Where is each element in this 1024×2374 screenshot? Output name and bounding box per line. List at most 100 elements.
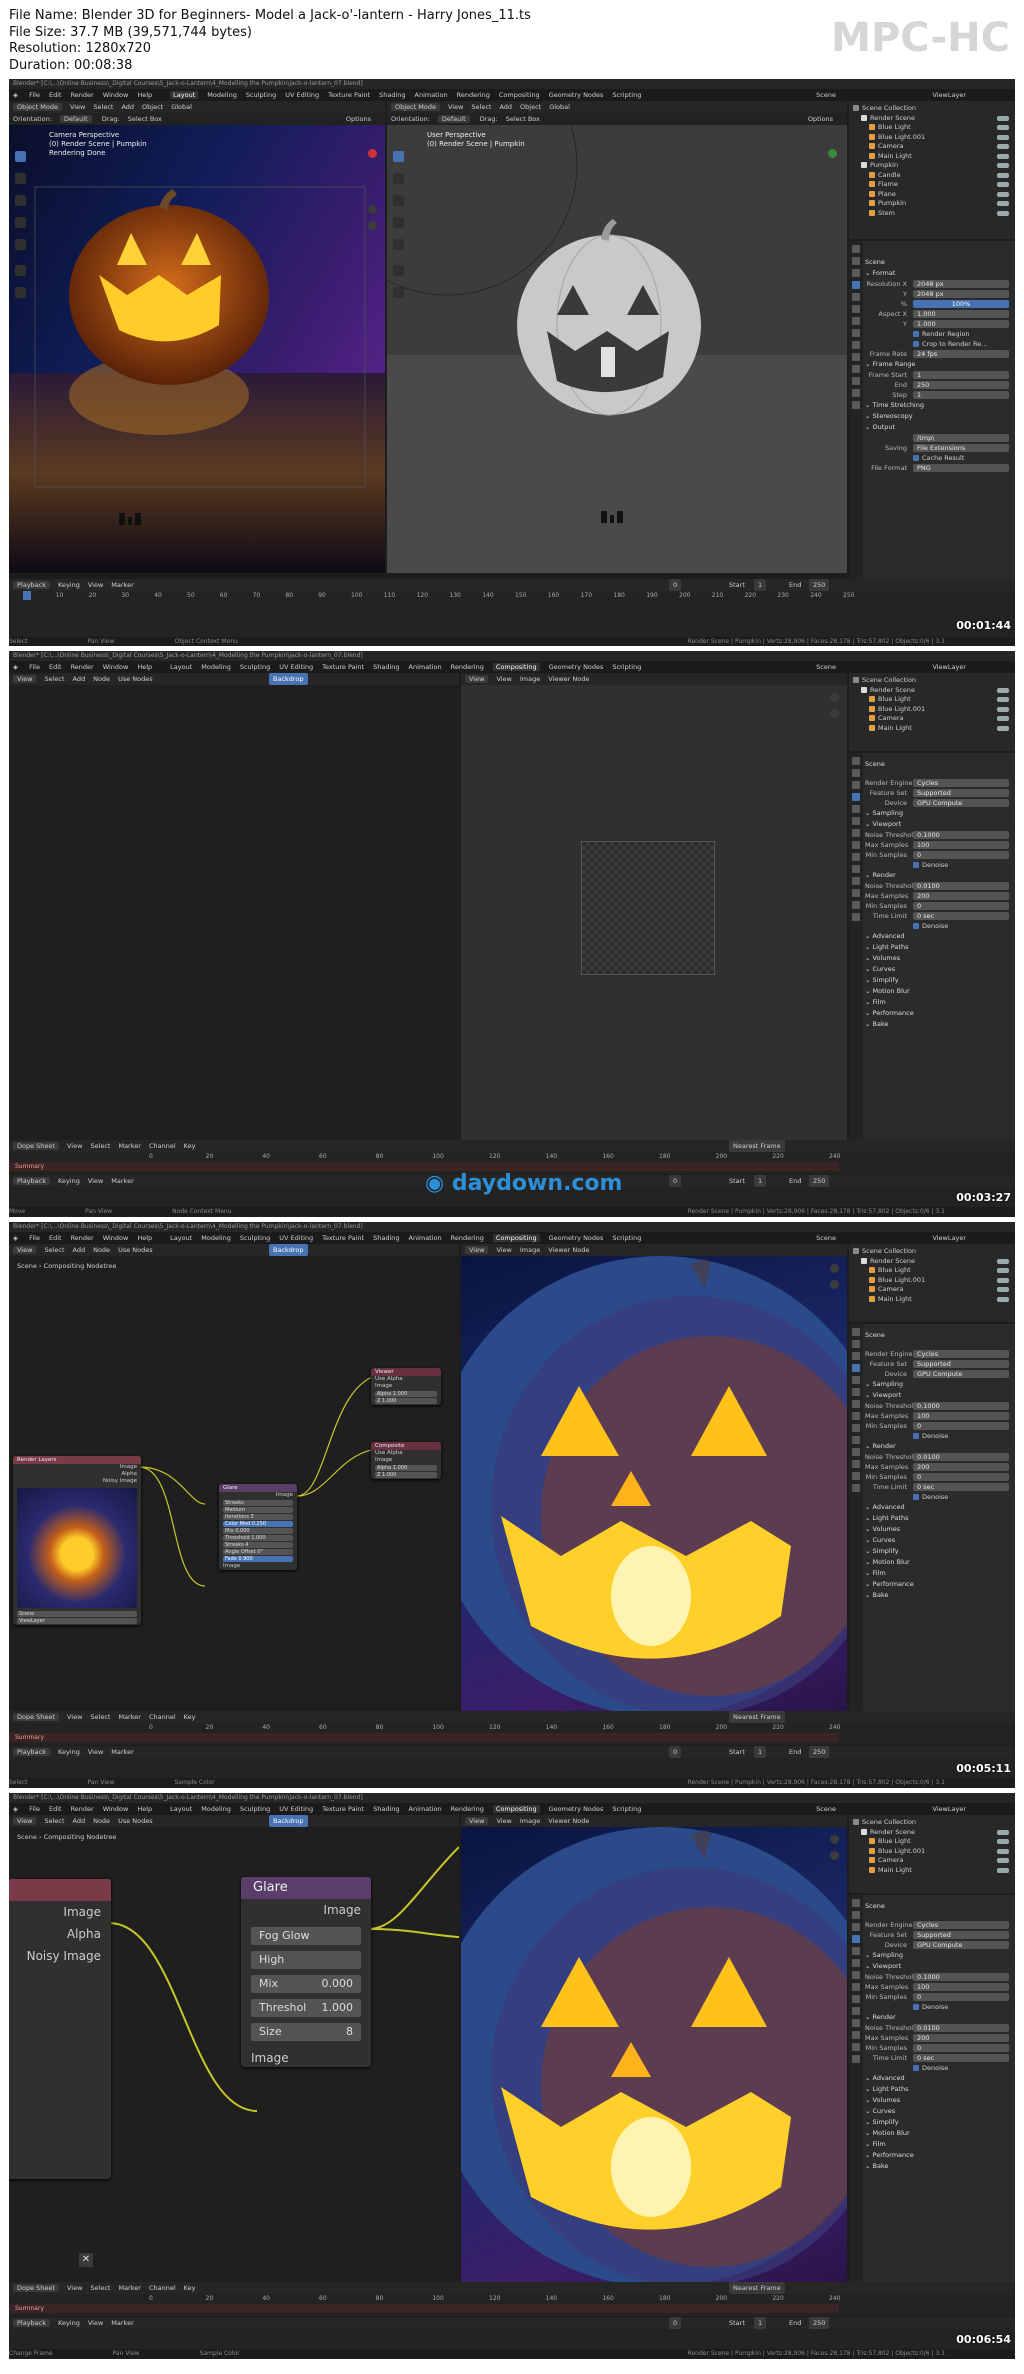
panel-section[interactable]: ⌄ Film [865, 1568, 1015, 1579]
header-item[interactable]: Object [142, 103, 163, 111]
panel-section[interactable]: ⌄ Performance [865, 1579, 1015, 1590]
panel-section[interactable]: ⌄ Film [865, 2139, 1015, 2150]
header-item[interactable]: Add [73, 1246, 86, 1254]
property-field[interactable]: Cycles [913, 1921, 1009, 1929]
outliner-item[interactable]: Main Light [849, 152, 1015, 162]
tab-shading[interactable]: Shading [379, 91, 405, 99]
header-item[interactable]: View [88, 581, 103, 589]
checkbox-row[interactable]: Denoise [865, 2063, 1015, 2073]
header-item[interactable]: View [67, 1142, 82, 1150]
outliner-item[interactable]: Stem [849, 209, 1015, 219]
render-layers-node[interactable]: Image Alpha Noisy Image [9, 1879, 111, 2179]
header-item[interactable]: Channel [149, 1713, 176, 1721]
header-item[interactable]: Viewer Node [548, 1817, 589, 1825]
tab-modeling[interactable]: Modeling [201, 1805, 231, 1813]
image-editor-viewer[interactable] [461, 685, 847, 1140]
tab-texture-paint[interactable]: Texture Paint [322, 1805, 364, 1813]
select-tool-icon[interactable] [15, 151, 26, 162]
header-item[interactable]: View [67, 2284, 82, 2292]
tab-modeling[interactable]: Modeling [207, 91, 237, 99]
start-frame-field[interactable]: 1 [754, 579, 767, 591]
panel-section[interactable]: ⌄ Sampling [865, 808, 1015, 819]
move-tool-icon[interactable] [15, 195, 26, 206]
orientation-dropdown[interactable]: Default [59, 115, 92, 123]
tab-geometry-nodes[interactable]: Geometry Nodes [549, 663, 604, 671]
outliner-item[interactable]: Camera [849, 1856, 1015, 1866]
property-field[interactable]: Supported [913, 1360, 1009, 1368]
visibility-icon[interactable] [997, 1858, 1009, 1863]
menu-file[interactable]: File [29, 1234, 40, 1242]
outliner-item[interactable]: Flame [849, 180, 1015, 190]
property-field[interactable]: GPU Compute [913, 799, 1009, 807]
tab-shading[interactable]: Shading [373, 1234, 399, 1242]
panel-section[interactable]: ⌄ Viewport [865, 1961, 1015, 1972]
pan-hand-icon[interactable] [828, 221, 837, 230]
select-tool-icon[interactable] [393, 151, 404, 162]
header-item[interactable]: Playback [13, 581, 51, 589]
header-item[interactable]: View [70, 103, 85, 111]
tab-animation[interactable]: Animation [415, 91, 448, 99]
checkbox-row[interactable]: Render Region [865, 329, 1015, 339]
visibility-icon[interactable] [997, 125, 1009, 130]
panel-section[interactable]: ⌄ Render [865, 1441, 1015, 1452]
visibility-icon[interactable] [997, 1287, 1009, 1292]
property-field[interactable]: 0.1000 [913, 1402, 1009, 1410]
scene-selector[interactable]: Scene [816, 661, 836, 673]
header-item[interactable]: Marker [111, 581, 133, 589]
close-icon[interactable]: ✕ [79, 2253, 93, 2267]
header-item[interactable]: Playback [13, 1748, 51, 1756]
glare-node[interactable]: Glare Image Streaks Medium Iterations 3 Color… [219, 1484, 297, 1570]
visibility-icon[interactable] [997, 144, 1009, 149]
tab-uv-editing[interactable]: UV Editing [279, 1234, 313, 1242]
property-field[interactable]: 0 [913, 2044, 1009, 2052]
checkbox[interactable] [913, 455, 919, 461]
current-frame-field[interactable]: 0 [669, 1746, 682, 1758]
measure-tool-icon[interactable] [15, 287, 26, 298]
render-layers-node-header[interactable]: Render Layers [13, 1456, 141, 1464]
cursor-tool-icon[interactable] [15, 173, 26, 184]
checkbox[interactable] [913, 2065, 919, 2071]
header-item[interactable]: Marker [111, 1177, 133, 1185]
property-field[interactable]: 100 [913, 1412, 1009, 1420]
viewlayer-selector[interactable]: ViewLayer [932, 1803, 966, 1815]
visibility-icon[interactable] [997, 1829, 1009, 1835]
panel-section[interactable]: ⌄ Stereoscopy [865, 411, 1015, 422]
node-editor-canvas[interactable]: Scene › Compositing Nodetree Render Layer… [9, 1256, 459, 1711]
summary-row[interactable]: Summary [9, 1733, 839, 1742]
property-field[interactable]: Cycles [913, 1350, 1009, 1358]
panel-section[interactable]: ⌄ Curves [865, 2106, 1015, 2117]
header-item[interactable]: Keying [58, 2319, 80, 2327]
rotate-tool-icon[interactable] [393, 217, 404, 228]
axis-gizmo-icon[interactable] [828, 149, 837, 158]
panel-section[interactable]: ⌄ Advanced [865, 2073, 1015, 2084]
current-frame-field[interactable]: 0 [669, 579, 682, 591]
header-item[interactable]: Select [90, 2284, 110, 2292]
outliner-item[interactable]: Blue Light.001 [849, 1276, 1015, 1286]
pan-hand-icon[interactable] [368, 221, 377, 230]
outliner-item[interactable]: Camera [849, 714, 1015, 724]
tab-sculpting[interactable]: Sculpting [240, 663, 270, 671]
header-item[interactable]: Key [184, 2284, 196, 2292]
node-editor-canvas[interactable]: Scene › Compositing Nodetree Image Alpha No… [9, 1827, 459, 2282]
menu-file[interactable]: File [29, 663, 40, 671]
visibility-icon[interactable] [997, 725, 1009, 731]
outliner-item[interactable]: Render Scene [849, 1828, 1015, 1838]
composite-node-header[interactable]: Composite [371, 1442, 441, 1450]
header-item[interactable]: Node [93, 675, 110, 683]
blender-logo-icon[interactable]: ◈ [13, 1234, 18, 1242]
visibility-icon[interactable] [997, 1867, 1009, 1873]
property-field[interactable]: 100 [913, 1983, 1009, 1991]
property-field[interactable]: 0.0100 [913, 1453, 1009, 1461]
header-item[interactable]: View [465, 1246, 489, 1254]
checkbox[interactable] [913, 2004, 919, 2010]
tab-compositing[interactable]: Compositing [492, 663, 540, 671]
panel-section[interactable]: ⌄ Advanced [865, 931, 1015, 942]
checkbox-row[interactable]: Denoise [865, 1492, 1015, 1502]
property-field[interactable]: /tmp\ [913, 434, 1009, 442]
header-item[interactable]: Key [184, 1142, 196, 1150]
menu-file[interactable]: File [29, 1805, 40, 1813]
scale-tool-icon[interactable] [15, 239, 26, 250]
cursor-tool-icon[interactable] [393, 173, 404, 184]
checkbox[interactable] [913, 1433, 919, 1439]
header-item[interactable]: Playback [13, 1177, 51, 1185]
